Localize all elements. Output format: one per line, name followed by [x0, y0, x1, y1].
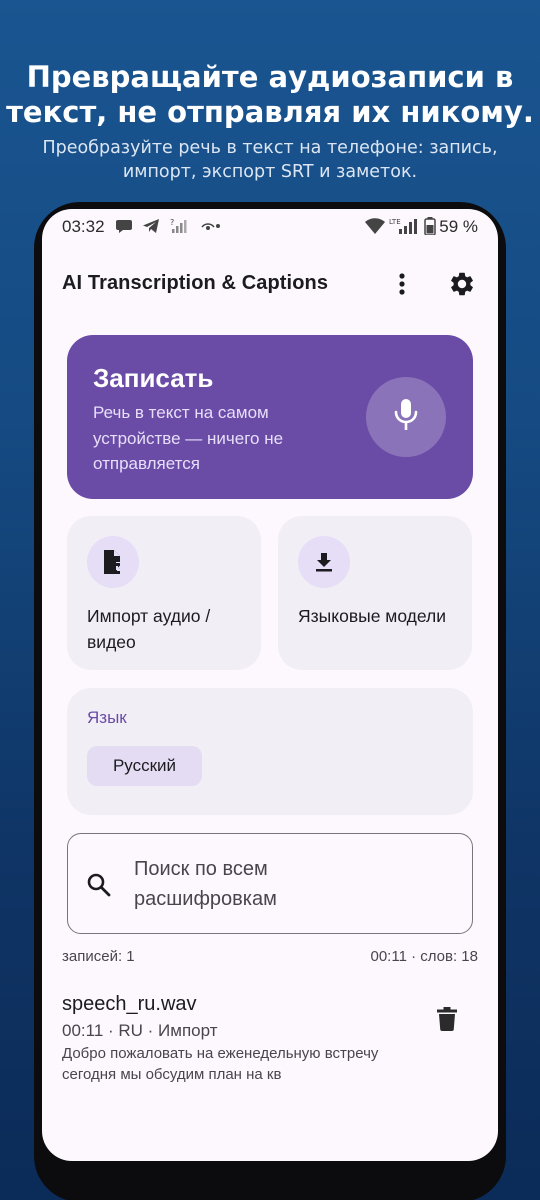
app-title: AI Transcription & Captions [62, 272, 329, 294]
promo-headline-line1: Превращайте аудиозаписи в [26, 60, 514, 94]
delete-icon[interactable] [432, 1004, 462, 1034]
file-import-icon [87, 536, 139, 588]
status-bar: 03:32 ? LTE 59 % [42, 209, 498, 245]
battery-icon [424, 217, 436, 240]
mic-button[interactable] [366, 377, 446, 457]
record-description: Речь в текст на самом устройстве — ничег… [93, 403, 284, 473]
no-signal-icon: ? [170, 217, 188, 240]
language-label: Язык [87, 708, 127, 727]
promo-headline: Превращайте аудиозаписи в текст, не отпр… [0, 60, 540, 130]
wifi-icon [364, 217, 386, 240]
records-count: записей: 1 [62, 948, 135, 965]
telegram-icon [142, 217, 160, 240]
records-stats: 00:11 · слов: 18 [370, 948, 478, 965]
record-button[interactable]: Записать Речь в текст на самом устройств… [67, 335, 473, 499]
svg-text:?: ? [170, 218, 174, 227]
promo-subtitle-line2: импорт, экспорт SRT и заметок. [122, 162, 418, 182]
language-models-label: Языковые модели [298, 606, 447, 626]
recording-meta: 00:11 · RU · Импорт [62, 1021, 218, 1040]
record-title: Записать [93, 363, 214, 393]
language-models-tile[interactable]: Языковые модели [278, 516, 472, 670]
recording-name: speech_ru.wav [62, 993, 197, 1015]
battery-percent: 59 % [439, 217, 478, 236]
promo-subtitle-line1: Преобразуйте речь в текст на телефоне: з… [42, 138, 498, 158]
language-chip[interactable]: Русский [87, 746, 202, 786]
import-media-tile[interactable]: Импорт аудио / видео [67, 516, 261, 670]
gear-icon[interactable] [448, 270, 476, 298]
search-icon [86, 872, 112, 903]
phone-screen: 03:32 ? LTE 59 % AI Transcription & Capt… [42, 209, 498, 1161]
lte-label: LTE [389, 218, 401, 226]
more-vert-icon[interactable] [390, 271, 414, 297]
promo-headline-line2: текст, не отправляя их никому. [6, 95, 534, 129]
language-card: Язык Русский [67, 688, 473, 815]
recording-preview: Добро пожаловать на еженедельную встречу… [62, 1045, 379, 1083]
download-icon [298, 536, 350, 588]
search-input[interactable]: Поиск по всем расшифровкам [67, 833, 473, 934]
lte-signal-icon: LTE [389, 217, 417, 240]
search-placeholder: Поиск по всем расшифровкам [134, 858, 277, 910]
status-time: 03:32 [62, 217, 105, 236]
eye-icon [200, 217, 220, 240]
import-media-label: Импорт аудио / видео [87, 606, 211, 652]
chat-bubble-icon [115, 217, 133, 240]
promo-subtitle: Преобразуйте речь в текст на телефоне: з… [0, 136, 540, 184]
mic-icon [393, 397, 419, 438]
